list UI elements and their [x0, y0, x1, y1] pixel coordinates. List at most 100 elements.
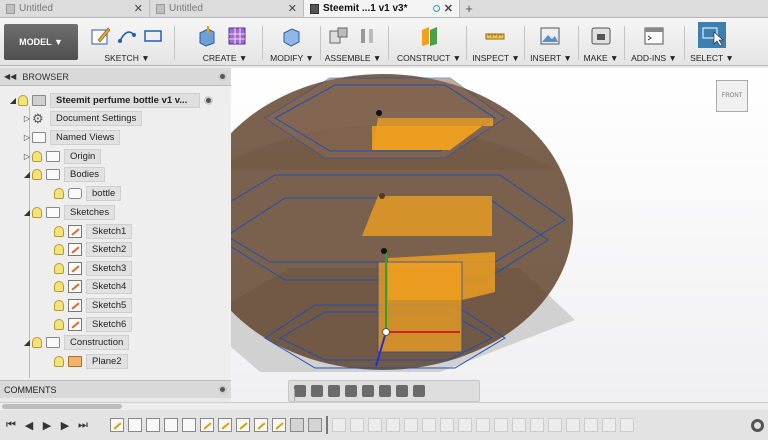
timeline-suppressed-feature[interactable] — [494, 418, 508, 432]
scrollbar-thumb[interactable] — [2, 404, 122, 409]
pan-icon[interactable] — [328, 385, 340, 397]
visibility-bulb-icon[interactable] — [54, 188, 64, 199]
pattern-icon[interactable] — [226, 25, 248, 47]
go-to-end-icon[interactable]: ⏭ — [76, 418, 90, 432]
tree-item-sketch2[interactable]: Sketch2 — [44, 241, 133, 258]
press-pull-icon[interactable] — [280, 25, 302, 47]
timeline-suppressed-feature[interactable] — [386, 418, 400, 432]
select-menu-label[interactable]: SELECT ▼ — [688, 53, 736, 63]
tree-item-plane2[interactable]: Plane2 — [44, 353, 128, 370]
close-icon[interactable]: ✕ — [288, 2, 297, 15]
tab-untitled-2[interactable]: Untitled ✕ — [150, 0, 304, 17]
assemble-group[interactable]: ASSEMBLE ▼ — [322, 22, 384, 64]
rectangle-icon[interactable] — [142, 25, 164, 47]
timeline-plane-feature[interactable] — [164, 418, 178, 432]
visibility-bulb-icon[interactable] — [54, 263, 64, 274]
offset-plane-icon[interactable] — [418, 25, 440, 47]
timeline-suppressed-feature[interactable] — [422, 418, 436, 432]
timeline-sketch-feature[interactable] — [236, 418, 250, 432]
new-tab-button[interactable]: + — [460, 0, 478, 17]
timeline-suppressed-feature[interactable] — [332, 418, 346, 432]
visibility-bulb-icon[interactable] — [32, 207, 42, 218]
timeline-suppressed-feature[interactable] — [530, 418, 544, 432]
visibility-bulb-icon[interactable] — [18, 95, 28, 106]
timeline-loft-feature[interactable] — [290, 418, 304, 432]
timeline-marker[interactable] — [326, 416, 328, 434]
orbit-icon[interactable] — [294, 385, 306, 397]
timeline-suppressed-feature[interactable] — [512, 418, 526, 432]
expand-icon[interactable]: ▷ — [22, 114, 32, 123]
timeline-suppressed-feature[interactable] — [368, 418, 382, 432]
measure-icon[interactable] — [484, 25, 506, 47]
visibility-bulb-icon[interactable] — [32, 337, 42, 348]
tree-item-sketch3[interactable]: Sketch3 — [44, 260, 133, 277]
visibility-bulb-icon[interactable] — [54, 226, 64, 237]
look-at-icon[interactable] — [311, 385, 323, 397]
joint-icon[interactable] — [356, 25, 378, 47]
zoom-icon[interactable] — [362, 385, 374, 397]
root-component[interactable]: ◢ Steemit perfume bottle v1 v... — [8, 92, 228, 109]
tree-item-sketch5[interactable]: Sketch5 — [44, 297, 133, 314]
visibility-bulb-icon[interactable] — [54, 300, 64, 311]
visibility-bulb-icon[interactable] — [32, 169, 42, 180]
timeline-plane-feature[interactable] — [128, 418, 142, 432]
visibility-bulb-icon[interactable] — [54, 281, 64, 292]
construct-menu-label[interactable]: CONSTRUCT ▼ — [392, 53, 466, 63]
expand-icon[interactable]: ▷ — [22, 152, 32, 161]
tree-item-bodies[interactable]: ◢ Bodies — [22, 166, 106, 183]
tree-item-sketch4[interactable]: Sketch4 — [44, 278, 133, 295]
inspect-group[interactable]: INSPECT ▼ — [470, 22, 522, 64]
zoom-window-icon[interactable] — [345, 385, 357, 397]
select-icon[interactable] — [698, 22, 726, 48]
timeline-sketch-feature[interactable] — [110, 418, 124, 432]
make-menu-label[interactable]: MAKE ▼ — [580, 53, 622, 63]
timeline-suppressed-feature[interactable] — [458, 418, 472, 432]
addins-menu-label[interactable]: ADD-INS ▼ — [626, 53, 682, 63]
active-radio-icon[interactable] — [204, 96, 213, 105]
collapse-icon[interactable]: ◢ — [8, 96, 18, 105]
timeline-suppressed-feature[interactable] — [548, 418, 562, 432]
timeline-sketch-feature[interactable] — [254, 418, 268, 432]
construct-group[interactable]: CONSTRUCT ▼ — [392, 22, 466, 64]
sketch-group[interactable]: SKETCH ▼ — [86, 22, 168, 64]
timeline-suppressed-feature[interactable] — [566, 418, 580, 432]
sketch-menu-label[interactable]: SKETCH ▼ — [86, 53, 168, 63]
inspect-menu-label[interactable]: INSPECT ▼ — [470, 53, 522, 63]
arc-icon[interactable] — [116, 25, 138, 47]
timeline-suppressed-feature[interactable] — [476, 418, 490, 432]
tab-steemit-active[interactable]: Steemit ...1 v1 v3* ✕ — [304, 0, 460, 17]
tree-item-document-settings[interactable]: ▷ ⚙ Document Settings — [22, 110, 143, 127]
collapse-icon[interactable]: ◢ — [22, 208, 32, 217]
scripts-icon[interactable] — [643, 25, 665, 47]
create-sketch-icon[interactable] — [90, 25, 112, 47]
insert-group[interactable]: INSERT ▼ — [526, 22, 576, 64]
timeline-plane-feature[interactable] — [182, 418, 196, 432]
new-component-icon[interactable] — [328, 25, 350, 47]
timeline-suppressed-feature[interactable] — [584, 418, 598, 432]
3d-viewport[interactable]: FRONT — [193, 68, 768, 402]
play-icon[interactable]: ▶ — [40, 418, 54, 432]
visibility-bulb-icon[interactable] — [54, 356, 64, 367]
tree-item-sketch6[interactable]: Sketch6 — [44, 316, 133, 333]
collapse-icon[interactable]: ◢ — [22, 338, 32, 347]
timeline-sketch-feature[interactable] — [272, 418, 286, 432]
timeline-suppressed-feature[interactable] — [440, 418, 454, 432]
make-group[interactable]: MAKE ▼ — [580, 22, 622, 64]
create-menu-label[interactable]: CREATE ▼ — [190, 53, 260, 63]
timeline-suppressed-feature[interactable] — [404, 418, 418, 432]
extrude-icon[interactable] — [196, 25, 218, 47]
timeline-settings-gear-icon[interactable] — [751, 418, 764, 432]
bottle-model-canvas[interactable] — [193, 68, 768, 402]
modify-menu-label[interactable]: MODIFY ▼ — [264, 53, 320, 63]
timeline-loft-feature[interactable] — [308, 418, 322, 432]
step-forward-icon[interactable]: ▶ — [58, 418, 72, 432]
tree-item-construction[interactable]: ◢ Construction — [22, 334, 130, 351]
create-group[interactable]: CREATE ▼ — [190, 22, 260, 64]
3d-print-icon[interactable] — [590, 25, 612, 47]
tree-item-origin[interactable]: ▷ Origin — [22, 148, 102, 165]
timeline-suppressed-feature[interactable] — [620, 418, 634, 432]
tree-item-named-views[interactable]: ▷ Named Views — [22, 129, 121, 146]
tab-untitled-1[interactable]: Untitled ✕ — [0, 0, 150, 17]
assemble-menu-label[interactable]: ASSEMBLE ▼ — [322, 53, 384, 63]
comments-panel-header[interactable]: COMMENTS — [0, 380, 231, 398]
